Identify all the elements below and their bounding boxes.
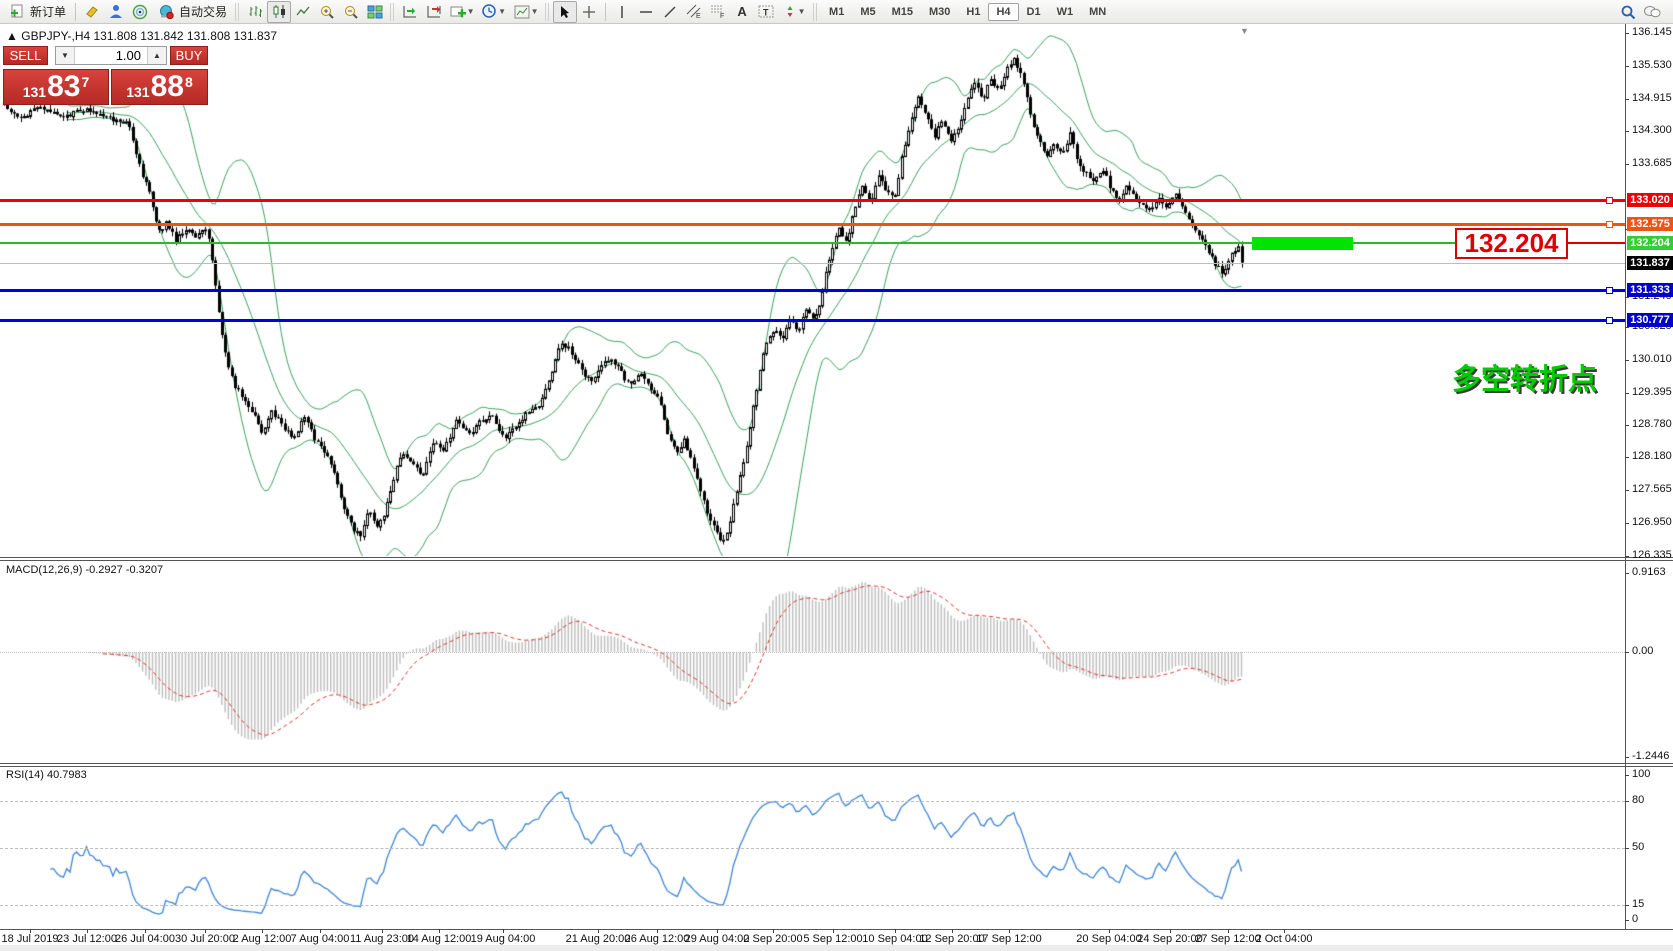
main-toolbar: 新订单 自动交易 (0, 0, 1673, 24)
horizontal-line-icon[interactable] (634, 1, 658, 23)
candlestick-chart-icon[interactable] (267, 1, 291, 23)
text-label-icon[interactable]: T (754, 1, 778, 23)
sell-price-pip: 7 (81, 74, 89, 90)
tile-windows-icon[interactable] (363, 1, 387, 23)
macd-label: MACD(12,26,9) -0.2927 -0.3207 (6, 564, 163, 576)
svg-text:F: F (720, 13, 724, 19)
timeframe-m5[interactable]: M5 (852, 3, 883, 21)
svg-text:T: T (763, 8, 769, 18)
timeframe-mn[interactable]: MN (1081, 3, 1114, 21)
autotrading-label: 自动交易 (179, 3, 227, 20)
trendline-icon[interactable] (658, 1, 682, 23)
chart-template-icon[interactable]: ▼ (510, 1, 542, 23)
chat-icon[interactable] (1640, 1, 1664, 23)
collapse-marker-icon[interactable]: ▲ (6, 29, 18, 43)
svg-text:E: E (696, 13, 701, 19)
new-order-icon (8, 1, 26, 23)
text-icon[interactable]: A (730, 1, 754, 23)
bottom-strip (0, 945, 1673, 951)
sell-price-box[interactable]: 131 83 7 (3, 69, 109, 105)
autotrading-icon (157, 1, 175, 23)
toolbar-separator (605, 3, 606, 21)
toolbar-grip (235, 3, 240, 21)
pivot-annotation-text[interactable]: 多空转折点 (1452, 356, 1597, 398)
buy-price-figure: 131 (126, 84, 149, 100)
fibonacci-icon[interactable]: F (706, 1, 730, 23)
timeframe-d1[interactable]: D1 (1019, 3, 1049, 21)
volume-decrease-button[interactable]: ▼ (56, 47, 75, 64)
autotrading-button[interactable]: 自动交易 (152, 2, 232, 22)
signal-icon[interactable] (128, 1, 152, 23)
one-click-trading-panel: SELL ▼ 1.00 ▲ BUY 131 83 7 131 88 8 (3, 46, 208, 105)
toolbar-grip (813, 3, 818, 21)
sell-price-big: 83 (47, 72, 80, 102)
rsi-label: RSI(14) 40.7983 (6, 769, 87, 781)
chart-shift-marker[interactable]: ▼ (1240, 26, 1249, 36)
volume-increase-button[interactable]: ▲ (147, 47, 166, 64)
styler-icon[interactable] (80, 1, 104, 23)
equidistant-channel-icon[interactable]: E (682, 1, 706, 23)
volume-stepper: ▼ 1.00 ▲ (55, 46, 167, 65)
new-order-label: 新订单 (30, 3, 66, 20)
cursor-icon[interactable] (553, 1, 577, 23)
toolbar-separator (75, 3, 76, 21)
timeframe-m1[interactable]: M1 (821, 3, 852, 21)
price-annotation-box[interactable]: 132.204 (1455, 228, 1568, 259)
chart-canvas[interactable] (0, 0, 1673, 951)
new-chart-icon[interactable]: ▼ (446, 1, 478, 23)
timeframe-m30[interactable]: M30 (921, 3, 958, 21)
volume-value[interactable]: 1.00 (75, 47, 147, 64)
publisher-icon[interactable] (104, 1, 128, 23)
symbol-title-text: GBPJPY-,H4 131.808 131.842 131.808 131.8… (21, 29, 277, 43)
search-icon[interactable] (1616, 1, 1640, 23)
timeframe-h1[interactable]: H1 (958, 3, 988, 21)
chevron-down-icon: ▼ (798, 7, 806, 16)
sell-button[interactable]: SELL (3, 46, 48, 65)
timeframe-w1[interactable]: W1 (1049, 3, 1082, 21)
timeframe-toolbar: M1M5M15M30H1H4D1W1MN (821, 3, 1114, 21)
new-order-button[interactable]: 新订单 (3, 2, 71, 22)
chevron-down-icon: ▼ (531, 7, 539, 16)
mt4-window: 新订单 自动交易 (0, 0, 1673, 951)
chart-shift-icon[interactable] (422, 1, 446, 23)
toolbar-grip (390, 3, 395, 21)
buy-price-box[interactable]: 131 88 8 (111, 69, 208, 105)
crosshair-icon[interactable] (577, 1, 601, 23)
line-chart-icon[interactable] (291, 1, 315, 23)
period-clock-icon[interactable]: ▼ (478, 1, 510, 23)
buy-button[interactable]: BUY (170, 46, 208, 65)
buy-price-pip: 8 (185, 74, 193, 90)
buy-price-big: 88 (151, 72, 184, 102)
toolbar-grip (545, 3, 550, 21)
timeframe-h4[interactable]: H4 (988, 3, 1018, 21)
timeframe-m15[interactable]: M15 (884, 3, 921, 21)
vertical-line-icon[interactable] (610, 1, 634, 23)
arrows-icon[interactable]: ▼ (778, 1, 810, 23)
price-label-connector (1568, 242, 1625, 244)
zoom-in-icon[interactable] (315, 1, 339, 23)
chevron-down-icon: ▼ (498, 7, 506, 16)
auto-scroll-icon[interactable] (398, 1, 422, 23)
zoom-out-icon[interactable] (339, 1, 363, 23)
bar-chart-icon[interactable] (243, 1, 267, 23)
chevron-down-icon: ▼ (467, 7, 475, 16)
sell-price-figure: 131 (23, 84, 46, 100)
symbol-title: ▲ GBPJPY-,H4 131.808 131.842 131.808 131… (6, 29, 277, 43)
